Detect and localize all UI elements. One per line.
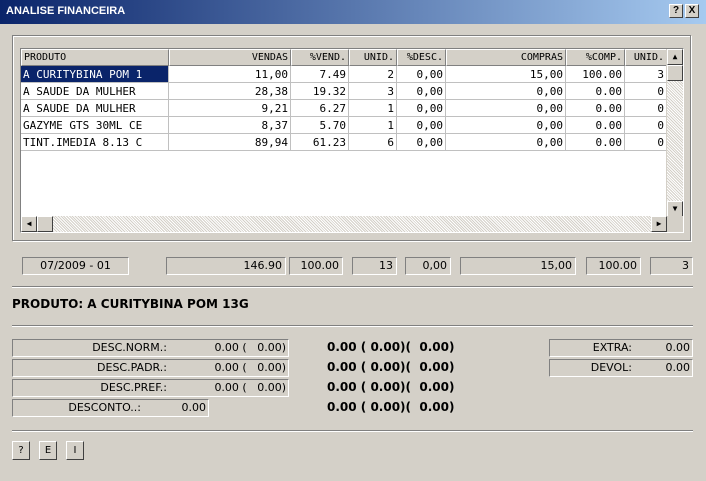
desc-norm-label: DESC.NORM.: [92,341,167,354]
cell-pct-vend[interactable]: 7.49 [291,66,349,83]
header-compras[interactable]: COMPRAS [446,49,566,66]
extra-field: EXTRA: 0.00 [549,339,693,357]
extra-label: EXTRA: [592,341,632,354]
total-pct-vend: 100.00 [289,257,343,275]
window-title: ANALISE FINANCEIRA [6,5,126,17]
scroll-right-arrow-icon[interactable]: ▶ [651,216,667,232]
cell-compras[interactable]: 0,00 [446,134,566,151]
header-pct-vend[interactable]: %VEND. [291,49,349,66]
cell-compras[interactable]: 15,00 [446,66,566,83]
cell-unid-comp[interactable]: 0 [625,117,667,134]
divider [12,286,693,288]
desconto-field: DESCONTO..: 0.00 [12,399,209,417]
product-label: PRODUTO: A CURITYBINA POM 13G [12,297,249,311]
horizontal-scroll-thumb[interactable] [37,216,53,232]
devol-label: DEVOL: [590,361,632,374]
center-value-4: 0.00 ( 0.00)( 0.00) [327,400,455,414]
desc-norm-field: DESC.NORM.: 0.00 ( 0.00) [12,339,289,357]
divider [12,325,693,327]
header-pct-comp[interactable]: %COMP. [566,49,625,66]
cell-unid-comp[interactable]: 3 [625,66,667,83]
cell-pct-comp[interactable]: 0.00 [566,100,625,117]
help-button[interactable]: ? [669,4,683,18]
cell-pct-comp[interactable]: 0.00 [566,117,625,134]
desc-norm-value: 0.00 ( 0.00) [214,341,286,354]
cell-unid[interactable]: 2 [349,66,397,83]
cell-vendas[interactable]: 8,37 [169,117,291,134]
devol-value: 0.00 [665,361,691,374]
cell-produto[interactable]: A SAUDE DA MULHER [21,100,169,117]
cell-pct-desc[interactable]: 0,00 [397,66,446,83]
desconto-value: 0.00 [181,401,207,414]
desc-padr-value: 0.00 ( 0.00) [214,361,286,374]
vertical-scroll-thumb[interactable] [667,65,683,81]
cell-pct-vend[interactable]: 6.27 [291,100,349,117]
cell-produto[interactable]: TINT.IMEDIA 8.13 C [21,134,169,151]
desc-pref-label: DESC.PREF.: [100,381,167,394]
header-vendas[interactable]: VENDAS [169,49,291,66]
cell-compras[interactable]: 0,00 [446,83,566,100]
products-grid[interactable]: PRODUTO VENDAS %VEND. UNID. %DESC. COMPRAS %CO… [20,48,684,233]
cell-unid-comp[interactable]: 0 [625,134,667,151]
cell-pct-vend[interactable]: 61.23 [291,134,349,151]
scrollbar-corner [667,216,683,232]
cell-compras[interactable]: 0,00 [446,117,566,134]
cell-pct-desc[interactable]: 0,00 [397,83,446,100]
total-period: 07/2009 - 01 [22,257,129,275]
extra-value: 0.00 [665,341,691,354]
cell-unid[interactable]: 1 [349,100,397,117]
cell-pct-comp[interactable]: 0.00 [566,134,625,151]
cell-vendas[interactable]: 11,00 [169,66,291,83]
total-desc: 0,00 [405,257,451,275]
cell-unid[interactable]: 3 [349,83,397,100]
cell-pct-desc[interactable]: 0,00 [397,100,446,117]
header-produto[interactable]: PRODUTO [21,49,169,66]
help-action-button[interactable]: ? [12,441,30,460]
total-compras: 15,00 [460,257,576,275]
horizontal-scrollbar[interactable]: ◀ ▶ [21,216,667,232]
title-bar: ANALISE FINANCEIRA ? X [0,0,706,24]
cell-pct-vend[interactable]: 5.70 [291,117,349,134]
vertical-scrollbar[interactable]: ▲ ▼ [666,49,683,217]
scroll-left-arrow-icon[interactable]: ◀ [21,216,37,232]
header-unid-comp[interactable]: UNID. [625,49,667,66]
scroll-up-arrow-icon[interactable]: ▲ [667,49,683,65]
close-button[interactable]: X [685,4,699,18]
cell-vendas[interactable]: 28,38 [169,83,291,100]
cell-pct-desc[interactable]: 0,00 [397,134,446,151]
center-value-3: 0.00 ( 0.00)( 0.00) [327,380,455,394]
center-value-2: 0.00 ( 0.00)( 0.00) [327,360,455,374]
desc-padr-label: DESC.PADR.: [97,361,167,374]
total-unid-comp: 3 [650,257,693,275]
cell-pct-desc[interactable]: 0,00 [397,117,446,134]
cell-unid[interactable]: 6 [349,134,397,151]
cell-pct-comp[interactable]: 0.00 [566,83,625,100]
cell-produto[interactable]: GAZYME GTS 30ML CE [21,117,169,134]
divider [12,430,693,432]
cell-pct-vend[interactable]: 19.32 [291,83,349,100]
total-unid: 13 [352,257,397,275]
scroll-down-arrow-icon[interactable]: ▼ [667,201,683,217]
cell-unid[interactable]: 1 [349,117,397,134]
e-button[interactable]: E [39,441,57,460]
cell-vendas[interactable]: 9,21 [169,100,291,117]
cell-unid-comp[interactable]: 0 [625,100,667,117]
total-vendas: 146.90 [166,257,286,275]
desc-pref-field: DESC.PREF.: 0.00 ( 0.00) [12,379,289,397]
total-pct-comp: 100.00 [586,257,641,275]
cell-produto[interactable]: A SAUDE DA MULHER [21,83,169,100]
i-button[interactable]: I [66,441,84,460]
desc-pref-value: 0.00 ( 0.00) [214,381,286,394]
cell-unid-comp[interactable]: 0 [625,83,667,100]
center-value-1: 0.00 ( 0.00)( 0.00) [327,340,455,354]
header-unid[interactable]: UNID. [349,49,397,66]
header-pct-desc[interactable]: %DESC. [397,49,446,66]
cell-produto[interactable]: A CURITYBINA POM 1 [21,66,169,83]
desc-padr-field: DESC.PADR.: 0.00 ( 0.00) [12,359,289,377]
cell-pct-comp[interactable]: 100.00 [566,66,625,83]
cell-compras[interactable]: 0,00 [446,100,566,117]
devol-field: DEVOL: 0.00 [549,359,693,377]
desconto-label: DESCONTO..: [68,401,141,414]
cell-vendas[interactable]: 89,94 [169,134,291,151]
